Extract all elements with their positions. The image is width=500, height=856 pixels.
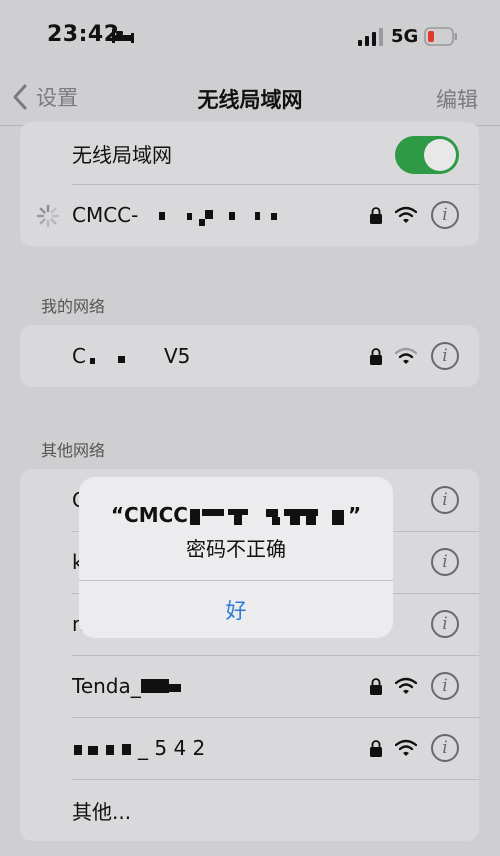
redacted-name <box>145 205 295 227</box>
current-network-label: CMCC- <box>72 202 139 227</box>
alert-title-start: “CMCC <box>110 503 188 527</box>
current-network-row[interactable]: CMCC- i <box>20 184 479 246</box>
network-name-label: _ 5 4 2 <box>138 735 206 760</box>
toggle-knob <box>424 139 456 171</box>
info-icon[interactable]: i <box>431 734 459 762</box>
my-networks-title: 我的网络 <box>41 297 106 316</box>
lock-icon <box>370 348 382 365</box>
wifi-toggle-label: 无线局域网 <box>72 142 172 167</box>
other-network-row[interactable]: 其他... <box>20 779 479 841</box>
network-name-end: V5 <box>163 343 191 368</box>
alert-message: 密码不正确 <box>186 537 286 561</box>
other-network-label: 其他... <box>72 799 132 824</box>
network-name: _ 5 4 2 <box>72 736 205 761</box>
redacted-name <box>188 506 348 528</box>
alert-title-end: ” <box>347 503 362 527</box>
wifi-signal-icon <box>395 206 417 223</box>
wifi-signal-icon <box>395 347 417 364</box>
wifi-toggle-row: 无线局域网 <box>20 122 479 184</box>
info-icon[interactable]: i <box>431 342 459 370</box>
info-icon[interactable]: i <box>431 548 459 576</box>
other-networks-title: 其他网络 <box>41 441 106 460</box>
network-name-start: C <box>72 343 86 368</box>
navigation-bar: 设置 无线局域网 编辑 <box>0 70 500 126</box>
battery-low-icon <box>424 27 457 46</box>
network-type: 5G <box>391 26 419 47</box>
current-network-name: CMCC- <box>72 203 295 228</box>
lock-icon <box>370 207 382 224</box>
wifi-signal-icon <box>395 677 417 694</box>
cellular-signal-icon <box>358 28 383 46</box>
lock-icon <box>370 678 382 695</box>
redacted-name <box>140 676 185 698</box>
info-icon[interactable]: i <box>431 610 459 638</box>
alert-dialog: “CMCC ” 密码不正确 好 <box>79 477 393 638</box>
network-name: C V5 <box>72 344 190 369</box>
wifi-signal-icon <box>395 739 417 756</box>
redacted-name <box>86 346 164 368</box>
status-bar: 23:42 5G <box>0 0 500 70</box>
loading-spinner-icon <box>36 204 60 228</box>
alert-title: “CMCC ” <box>79 503 393 528</box>
bed-icon <box>112 29 134 43</box>
info-icon[interactable]: i <box>431 201 459 229</box>
wifi-toggle-group: 无线局域网 CMCC- i <box>20 122 479 246</box>
network-name-label: Tenda_ <box>72 673 141 698</box>
lock-icon <box>370 740 382 757</box>
ok-button[interactable]: 好 <box>79 581 393 638</box>
network-row[interactable]: Tenda_ i <box>20 655 479 717</box>
redacted-name <box>72 738 138 760</box>
edit-button[interactable]: 编辑 <box>436 84 478 114</box>
info-icon[interactable]: i <box>431 486 459 514</box>
network-row[interactable]: C V5 i <box>20 325 479 387</box>
network-name: Tenda_ <box>72 674 185 699</box>
network-row[interactable]: _ 5 4 2 i <box>20 717 479 779</box>
page-title: 无线局域网 <box>197 88 303 112</box>
wifi-toggle-switch[interactable] <box>395 136 459 174</box>
my-networks-group: C V5 i <box>20 325 479 387</box>
info-icon[interactable]: i <box>431 672 459 700</box>
status-time: 23:42 <box>47 22 120 47</box>
